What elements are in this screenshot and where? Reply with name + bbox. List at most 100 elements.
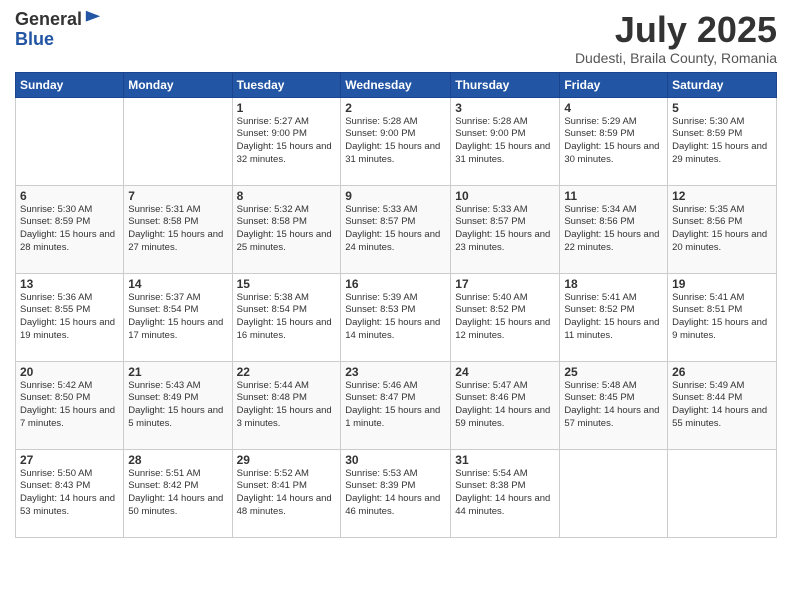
day-number: 19 <box>672 277 772 291</box>
day-cell: 12Sunrise: 5:35 AM Sunset: 8:56 PM Dayli… <box>668 185 777 273</box>
day-cell: 24Sunrise: 5:47 AM Sunset: 8:46 PM Dayli… <box>451 361 560 449</box>
day-cell: 7Sunrise: 5:31 AM Sunset: 8:58 PM Daylig… <box>124 185 232 273</box>
day-number: 18 <box>564 277 663 291</box>
day-cell <box>16 97 124 185</box>
weekday-header-friday: Friday <box>560 72 668 97</box>
day-info: Sunrise: 5:41 AM Sunset: 8:52 PM Dayligh… <box>564 292 663 343</box>
day-number: 12 <box>672 189 772 203</box>
day-number: 10 <box>455 189 555 203</box>
day-cell: 14Sunrise: 5:37 AM Sunset: 8:54 PM Dayli… <box>124 273 232 361</box>
weekday-header-tuesday: Tuesday <box>232 72 341 97</box>
day-number: 29 <box>237 453 337 467</box>
day-info: Sunrise: 5:33 AM Sunset: 8:57 PM Dayligh… <box>345 204 446 255</box>
day-info: Sunrise: 5:52 AM Sunset: 8:41 PM Dayligh… <box>237 468 337 519</box>
day-number: 9 <box>345 189 446 203</box>
day-cell: 27Sunrise: 5:50 AM Sunset: 8:43 PM Dayli… <box>16 449 124 537</box>
day-info: Sunrise: 5:36 AM Sunset: 8:55 PM Dayligh… <box>20 292 119 343</box>
day-cell: 18Sunrise: 5:41 AM Sunset: 8:52 PM Dayli… <box>560 273 668 361</box>
logo: General Blue <box>15 10 102 50</box>
day-cell: 21Sunrise: 5:43 AM Sunset: 8:49 PM Dayli… <box>124 361 232 449</box>
day-info: Sunrise: 5:53 AM Sunset: 8:39 PM Dayligh… <box>345 468 446 519</box>
day-number: 6 <box>20 189 119 203</box>
day-info: Sunrise: 5:39 AM Sunset: 8:53 PM Dayligh… <box>345 292 446 343</box>
day-info: Sunrise: 5:35 AM Sunset: 8:56 PM Dayligh… <box>672 204 772 255</box>
day-cell: 23Sunrise: 5:46 AM Sunset: 8:47 PM Dayli… <box>341 361 451 449</box>
day-info: Sunrise: 5:32 AM Sunset: 8:58 PM Dayligh… <box>237 204 337 255</box>
title-location: Dudesti, Braila County, Romania <box>575 50 777 66</box>
day-number: 30 <box>345 453 446 467</box>
day-cell: 8Sunrise: 5:32 AM Sunset: 8:58 PM Daylig… <box>232 185 341 273</box>
day-cell: 11Sunrise: 5:34 AM Sunset: 8:56 PM Dayli… <box>560 185 668 273</box>
calendar-page: General Blue July 2025 Dudesti, Braila C… <box>0 0 792 612</box>
day-cell: 5Sunrise: 5:30 AM Sunset: 8:59 PM Daylig… <box>668 97 777 185</box>
day-cell: 2Sunrise: 5:28 AM Sunset: 9:00 PM Daylig… <box>341 97 451 185</box>
day-cell: 16Sunrise: 5:39 AM Sunset: 8:53 PM Dayli… <box>341 273 451 361</box>
day-cell: 25Sunrise: 5:48 AM Sunset: 8:45 PM Dayli… <box>560 361 668 449</box>
day-cell: 15Sunrise: 5:38 AM Sunset: 8:54 PM Dayli… <box>232 273 341 361</box>
day-cell: 20Sunrise: 5:42 AM Sunset: 8:50 PM Dayli… <box>16 361 124 449</box>
day-cell: 1Sunrise: 5:27 AM Sunset: 9:00 PM Daylig… <box>232 97 341 185</box>
day-info: Sunrise: 5:28 AM Sunset: 9:00 PM Dayligh… <box>345 116 446 167</box>
logo-general: General <box>15 10 82 30</box>
day-info: Sunrise: 5:48 AM Sunset: 8:45 PM Dayligh… <box>564 380 663 431</box>
day-info: Sunrise: 5:33 AM Sunset: 8:57 PM Dayligh… <box>455 204 555 255</box>
day-cell: 19Sunrise: 5:41 AM Sunset: 8:51 PM Dayli… <box>668 273 777 361</box>
day-cell: 13Sunrise: 5:36 AM Sunset: 8:55 PM Dayli… <box>16 273 124 361</box>
day-info: Sunrise: 5:28 AM Sunset: 9:00 PM Dayligh… <box>455 116 555 167</box>
day-number: 5 <box>672 101 772 115</box>
day-cell <box>124 97 232 185</box>
day-number: 25 <box>564 365 663 379</box>
weekday-header-sunday: Sunday <box>16 72 124 97</box>
day-cell: 26Sunrise: 5:49 AM Sunset: 8:44 PM Dayli… <box>668 361 777 449</box>
day-number: 17 <box>455 277 555 291</box>
day-number: 4 <box>564 101 663 115</box>
day-cell: 9Sunrise: 5:33 AM Sunset: 8:57 PM Daylig… <box>341 185 451 273</box>
day-info: Sunrise: 5:43 AM Sunset: 8:49 PM Dayligh… <box>128 380 227 431</box>
day-info: Sunrise: 5:40 AM Sunset: 8:52 PM Dayligh… <box>455 292 555 343</box>
day-cell: 28Sunrise: 5:51 AM Sunset: 8:42 PM Dayli… <box>124 449 232 537</box>
day-number: 15 <box>237 277 337 291</box>
day-info: Sunrise: 5:27 AM Sunset: 9:00 PM Dayligh… <box>237 116 337 167</box>
day-info: Sunrise: 5:42 AM Sunset: 8:50 PM Dayligh… <box>20 380 119 431</box>
day-number: 28 <box>128 453 227 467</box>
day-info: Sunrise: 5:54 AM Sunset: 8:38 PM Dayligh… <box>455 468 555 519</box>
day-info: Sunrise: 5:31 AM Sunset: 8:58 PM Dayligh… <box>128 204 227 255</box>
week-row-3: 13Sunrise: 5:36 AM Sunset: 8:55 PM Dayli… <box>16 273 777 361</box>
day-number: 7 <box>128 189 227 203</box>
day-number: 24 <box>455 365 555 379</box>
day-info: Sunrise: 5:30 AM Sunset: 8:59 PM Dayligh… <box>20 204 119 255</box>
day-info: Sunrise: 5:49 AM Sunset: 8:44 PM Dayligh… <box>672 380 772 431</box>
title-block: July 2025 Dudesti, Braila County, Romani… <box>575 10 777 66</box>
day-cell <box>668 449 777 537</box>
day-number: 3 <box>455 101 555 115</box>
day-number: 11 <box>564 189 663 203</box>
day-cell: 3Sunrise: 5:28 AM Sunset: 9:00 PM Daylig… <box>451 97 560 185</box>
day-cell: 30Sunrise: 5:53 AM Sunset: 8:39 PM Dayli… <box>341 449 451 537</box>
calendar-table: SundayMondayTuesdayWednesdayThursdayFrid… <box>15 72 777 538</box>
week-row-1: 1Sunrise: 5:27 AM Sunset: 9:00 PM Daylig… <box>16 97 777 185</box>
day-number: 22 <box>237 365 337 379</box>
day-number: 23 <box>345 365 446 379</box>
day-info: Sunrise: 5:34 AM Sunset: 8:56 PM Dayligh… <box>564 204 663 255</box>
day-info: Sunrise: 5:46 AM Sunset: 8:47 PM Dayligh… <box>345 380 446 431</box>
day-cell: 31Sunrise: 5:54 AM Sunset: 8:38 PM Dayli… <box>451 449 560 537</box>
week-row-4: 20Sunrise: 5:42 AM Sunset: 8:50 PM Dayli… <box>16 361 777 449</box>
day-info: Sunrise: 5:47 AM Sunset: 8:46 PM Dayligh… <box>455 380 555 431</box>
weekday-header-saturday: Saturday <box>668 72 777 97</box>
day-number: 8 <box>237 189 337 203</box>
day-info: Sunrise: 5:37 AM Sunset: 8:54 PM Dayligh… <box>128 292 227 343</box>
logo-blue: Blue <box>15 29 54 49</box>
day-number: 14 <box>128 277 227 291</box>
title-month: July 2025 <box>575 10 777 50</box>
weekday-header-monday: Monday <box>124 72 232 97</box>
day-info: Sunrise: 5:41 AM Sunset: 8:51 PM Dayligh… <box>672 292 772 343</box>
day-number: 13 <box>20 277 119 291</box>
weekday-header-thursday: Thursday <box>451 72 560 97</box>
day-number: 1 <box>237 101 337 115</box>
day-number: 21 <box>128 365 227 379</box>
day-info: Sunrise: 5:38 AM Sunset: 8:54 PM Dayligh… <box>237 292 337 343</box>
day-cell: 10Sunrise: 5:33 AM Sunset: 8:57 PM Dayli… <box>451 185 560 273</box>
day-cell: 29Sunrise: 5:52 AM Sunset: 8:41 PM Dayli… <box>232 449 341 537</box>
day-number: 27 <box>20 453 119 467</box>
day-cell: 4Sunrise: 5:29 AM Sunset: 8:59 PM Daylig… <box>560 97 668 185</box>
